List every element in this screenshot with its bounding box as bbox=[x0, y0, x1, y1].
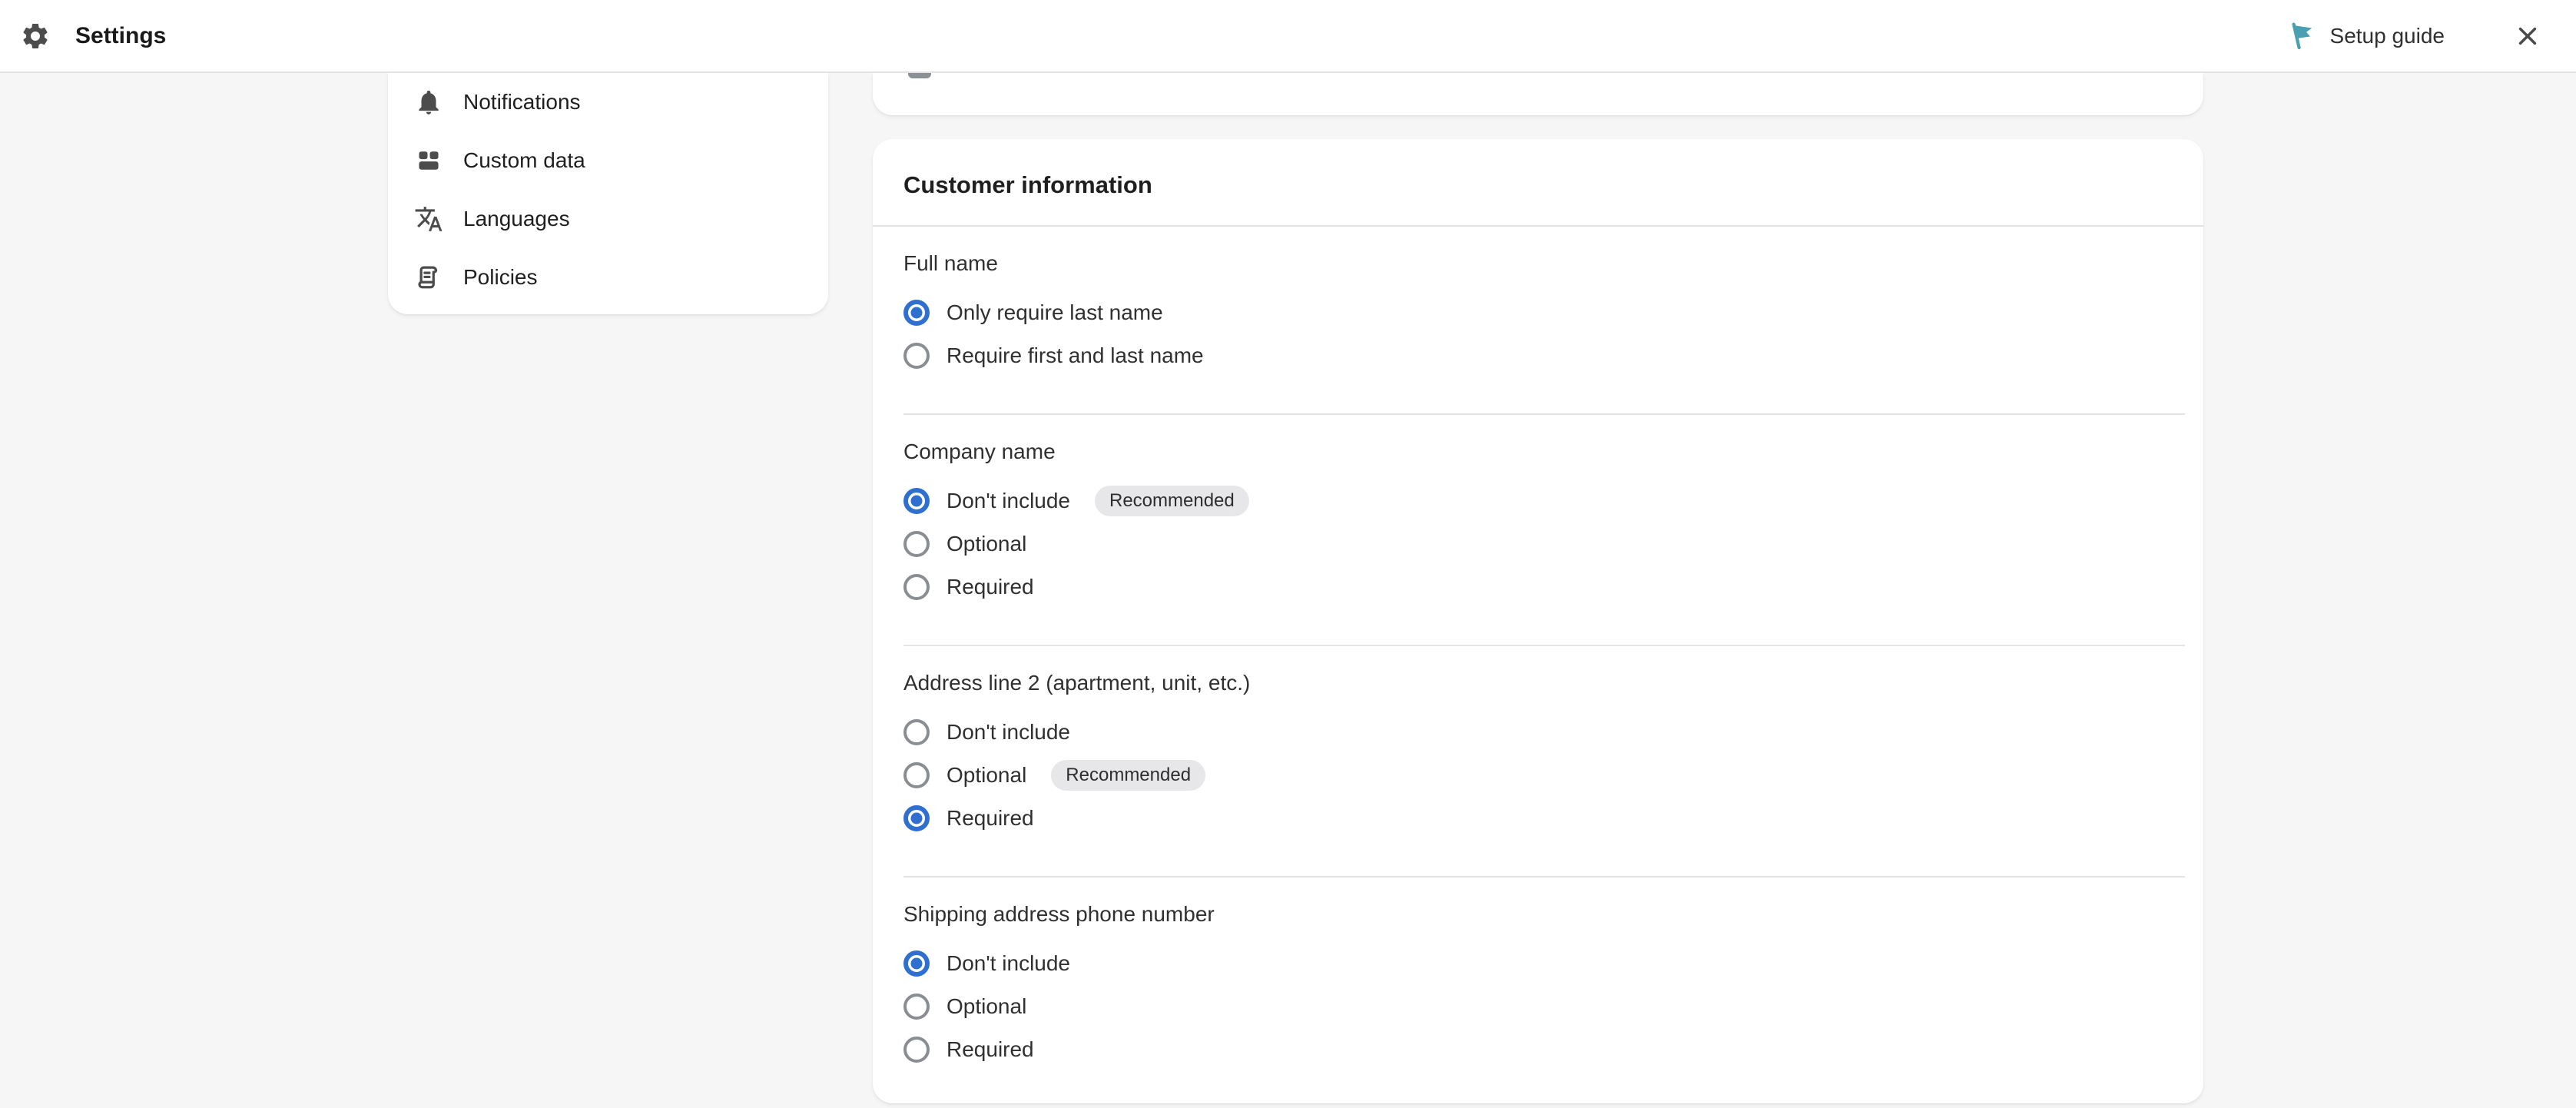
radio-option-label: Require first and last name bbox=[947, 343, 1204, 368]
sidebar-item-label: Policies bbox=[463, 265, 537, 290]
section-address-line-2: Address line 2 (apartment, unit, etc.) D… bbox=[903, 646, 2185, 877]
radio-option[interactable]: Optional Recommended bbox=[903, 754, 2185, 797]
sidebar-item-policies[interactable]: Policies bbox=[388, 248, 828, 307]
section-label: Address line 2 (apartment, unit, etc.) bbox=[903, 672, 2185, 694]
radio-option-label: Only require last name bbox=[947, 300, 1163, 325]
section-label: Full name bbox=[903, 253, 2185, 274]
section-label: Company name bbox=[903, 441, 2185, 463]
sidebar-item-notifications[interactable]: Notifications bbox=[388, 73, 828, 131]
radio-button[interactable] bbox=[903, 488, 930, 514]
radio-option[interactable]: Optional bbox=[903, 522, 2185, 566]
radio-option-label: Optional bbox=[947, 994, 1026, 1019]
radio-option-label: Optional bbox=[947, 532, 1026, 556]
radio-button[interactable] bbox=[903, 719, 930, 745]
radio-button[interactable] bbox=[903, 1037, 930, 1063]
radio-option-label: Required bbox=[947, 1037, 1034, 1062]
radio-option[interactable]: Don't include Recommended bbox=[903, 479, 2185, 522]
sidebar-item-label: Languages bbox=[463, 207, 570, 231]
page-title: Settings bbox=[75, 23, 166, 49]
radio-option-label: Don't include bbox=[947, 720, 1070, 745]
radio-option[interactable]: Only require last name bbox=[903, 291, 2185, 334]
sidebar-item-custom-data[interactable]: Custom data bbox=[388, 131, 828, 190]
settings-header-bar: Settings Setup guide bbox=[0, 0, 2576, 73]
radio-option[interactable]: Don't include bbox=[903, 711, 2185, 754]
section-company-name: Company name Don't include Recommended O… bbox=[903, 415, 2185, 646]
radio-option-label: Don't include bbox=[947, 489, 1070, 513]
radio-button[interactable] bbox=[903, 994, 930, 1020]
card-content: Full name Only require last name Require… bbox=[873, 227, 2203, 1103]
custom-data-icon bbox=[413, 145, 444, 176]
radio-button[interactable] bbox=[903, 531, 930, 557]
flag-icon bbox=[2287, 20, 2319, 52]
translate-icon bbox=[413, 204, 444, 234]
radio-button[interactable] bbox=[903, 805, 930, 831]
header-actions: Setup guide bbox=[2287, 19, 2545, 53]
radio-button[interactable] bbox=[903, 950, 930, 977]
setup-guide-button[interactable]: Setup guide bbox=[2287, 20, 2445, 52]
radio-button[interactable] bbox=[903, 343, 930, 369]
sidebar-item-languages[interactable]: Languages bbox=[388, 190, 828, 248]
radio-button[interactable] bbox=[903, 300, 930, 326]
previous-card-partial bbox=[873, 73, 2203, 115]
section-full-name: Full name Only require last name Require… bbox=[903, 227, 2185, 415]
settings-content: Customer information Full name Only requ… bbox=[873, 73, 2203, 1103]
radio-option[interactable]: Require first and last name bbox=[903, 334, 2185, 377]
close-icon bbox=[2512, 21, 2543, 51]
sidebar-item-label: Notifications bbox=[463, 90, 581, 114]
gear-icon bbox=[20, 21, 51, 51]
radio-option-label: Don't include bbox=[947, 951, 1070, 976]
radio-option-label: Required bbox=[947, 806, 1034, 831]
recommended-badge: Recommended bbox=[1051, 760, 1205, 791]
radio-button[interactable] bbox=[903, 762, 930, 788]
section-shipping-phone: Shipping address phone number Don't incl… bbox=[903, 877, 2185, 1071]
radio-option[interactable]: Optional bbox=[903, 985, 2185, 1028]
radio-option-label: Required bbox=[947, 575, 1034, 599]
radio-option[interactable]: Required bbox=[903, 797, 2185, 840]
bell-icon bbox=[413, 87, 444, 118]
policy-scroll-icon bbox=[413, 262, 444, 293]
card-header: Customer information bbox=[873, 139, 2203, 225]
recommended-badge: Recommended bbox=[1095, 486, 1249, 516]
customer-information-card: Customer information Full name Only requ… bbox=[873, 139, 2203, 1103]
clipped-checkbox bbox=[908, 73, 931, 78]
radio-option-label: Optional bbox=[947, 763, 1026, 788]
card-title: Customer information bbox=[903, 170, 2173, 201]
radio-option[interactable]: Required bbox=[903, 566, 2185, 609]
settings-modal: Settings Setup guide bbox=[0, 0, 2576, 1108]
radio-option[interactable]: Don't include bbox=[903, 942, 2185, 985]
sidebar-item-label: Custom data bbox=[463, 148, 585, 173]
section-label: Shipping address phone number bbox=[903, 904, 2185, 925]
radio-option[interactable]: Required bbox=[903, 1028, 2185, 1071]
settings-sidebar: Notifications Custom data Languages bbox=[388, 73, 828, 314]
close-button[interactable] bbox=[2511, 19, 2545, 53]
radio-button[interactable] bbox=[903, 574, 930, 600]
setup-guide-label: Setup guide bbox=[2330, 24, 2445, 48]
